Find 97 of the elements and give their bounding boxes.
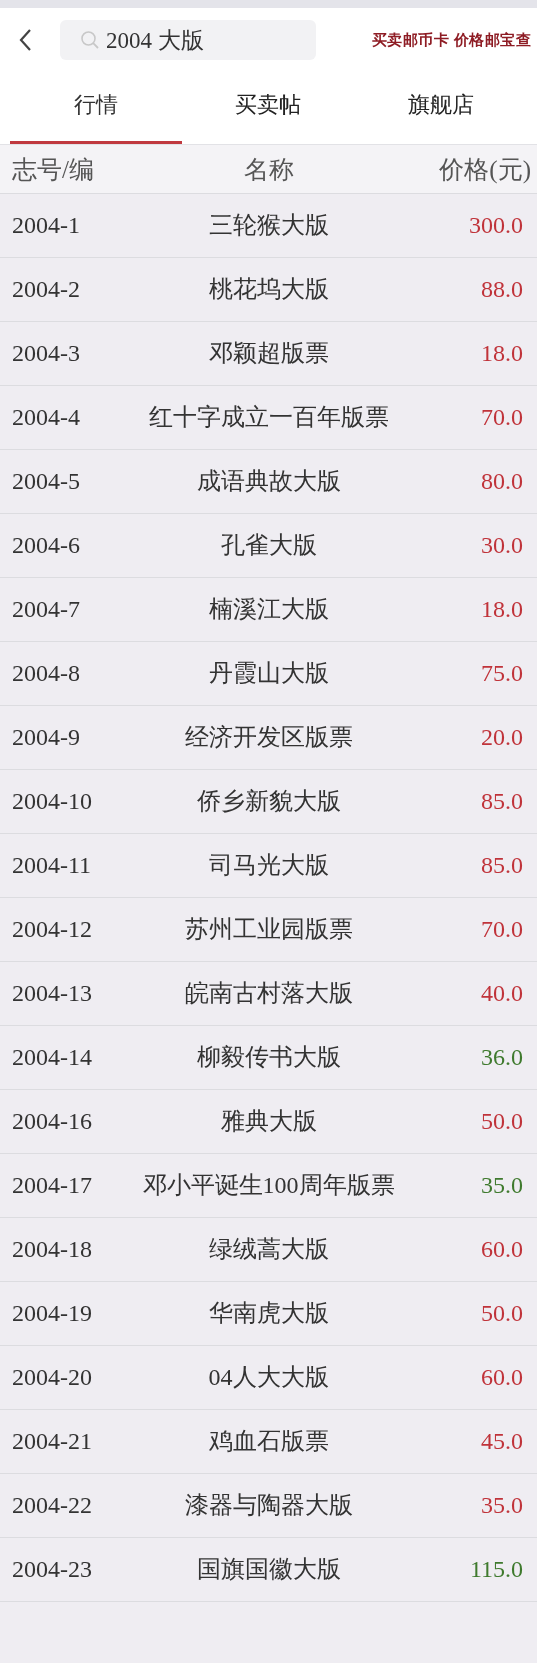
price-cell-text: 75.0: [481, 660, 524, 687]
table-row[interactable]: 2004-19 华南虎大版 50.0: [0, 1282, 537, 1346]
table-cell-text: 成语典故大版: [196, 467, 341, 497]
table-cell-text: 三轮猴大版: [208, 211, 329, 241]
table-cell-text: 柳毅传书大版: [196, 1043, 341, 1073]
table-cell-text: 2004-23: [11, 1556, 92, 1583]
price-cell-text: 88.0: [481, 276, 524, 303]
table-cell-text: 国旗国徽大版: [196, 1555, 341, 1585]
table-row[interactable]: 2004-16 雅典大版 50.0: [0, 1090, 537, 1154]
table-cell-text: 04人大大版: [208, 1363, 329, 1393]
price-cell-text: 40.0: [481, 980, 524, 1007]
price-cell-text: 35.0: [481, 1172, 524, 1199]
table-cell-text: 红十字成立一百年版票: [148, 403, 389, 433]
table-row[interactable]: 2004-8 丹霞山大版 75.0: [0, 642, 537, 706]
table-cell-text: 华南虎大版: [208, 1299, 329, 1329]
table-cell-text: 鸡血石版票: [208, 1427, 329, 1457]
table-cell-text: 侨乡新貌大版: [196, 787, 341, 817]
price-cell-text: 45.0: [481, 1428, 524, 1455]
table-row[interactable]: 2004-22 漆器与陶器大版 35.0: [0, 1474, 537, 1538]
table-cell-text: 经济开发区版票: [184, 723, 353, 753]
price-cell-text: 20.0: [481, 724, 524, 751]
table-row[interactable]: 2004-18 绿绒蒿大版 60.0: [0, 1218, 537, 1282]
table-cell-text: 邓小平诞生100周年版票: [142, 1171, 395, 1201]
search-icon: [80, 30, 100, 50]
table-row[interactable]: 2004-9 经济开发区版票 20.0: [0, 706, 537, 770]
table-cell-text: 2004-7: [11, 596, 80, 623]
tab[interactable]: 旗舰店: [354, 72, 527, 144]
table-cell-text: 楠溪江大版: [208, 595, 329, 625]
price-cell-text: 115.0: [469, 1556, 524, 1583]
table-row[interactable]: 2004-11 司马光大版 85.0: [0, 834, 537, 898]
price-cell-text: 60.0: [481, 1236, 524, 1263]
table-row[interactable]: 2004-20 04人大大版 60.0: [0, 1346, 537, 1410]
table-cell-text: 2004-3: [11, 340, 80, 367]
table-cell-text: 皖南古村落大版: [184, 979, 353, 1009]
column-header: 价格(元): [439, 154, 532, 186]
table-cell-text: 2004-12: [11, 916, 92, 943]
column-header: 志号/编: [11, 154, 94, 185]
table-cell-text: 司马光大版: [208, 851, 329, 881]
brand-slogan: 买卖邮币卡 价格邮宝查: [371, 30, 531, 50]
table-row[interactable]: 2004-7 楠溪江大版 18.0: [0, 578, 537, 642]
table-cell-text: 雅典大版: [220, 1107, 317, 1137]
table-row[interactable]: 2004-23 国旗国徽大版 115.0: [0, 1538, 537, 1602]
table-row[interactable]: 2004-17 邓小平诞生100周年版票 35.0: [0, 1154, 537, 1218]
back-icon: [18, 28, 32, 52]
price-cell-text: 18.0: [481, 596, 524, 623]
price-cell-text: 60.0: [481, 1364, 524, 1391]
price-cell-text: 30.0: [481, 532, 524, 559]
table-cell-text: 2004-19: [11, 1300, 92, 1327]
table-row[interactable]: 2004-1 三轮猴大版 300.0: [0, 194, 537, 258]
table-cell-text: 2004-20: [11, 1364, 92, 1391]
table-row[interactable]: 2004-14 柳毅传书大版 36.0: [0, 1026, 537, 1090]
table-cell-text: 邓颖超版票: [208, 339, 329, 369]
table-row[interactable]: 2004-13 皖南古村落大版 40.0: [0, 962, 537, 1026]
table-cell-text: 2004-5: [11, 468, 80, 495]
price-cell-text: 300.0: [469, 212, 524, 239]
table-row[interactable]: 2004-3 邓颖超版票 18.0: [0, 322, 537, 386]
table-cell-text: 桃花坞大版: [208, 275, 329, 305]
table-cell-text: 2004-17: [11, 1172, 92, 1199]
tab[interactable]: 买卖帖: [182, 72, 355, 144]
table-cell-text: 2004-1: [11, 212, 80, 239]
table-row[interactable]: 2004-21 鸡血石版票 45.0: [0, 1410, 537, 1474]
table-cell-text: 绿绒蒿大版: [208, 1235, 329, 1265]
table-cell-text: 2004-14: [11, 1044, 92, 1071]
table-cell-text: 2004-9: [11, 724, 80, 751]
table-cell-text: 2004-2: [11, 276, 80, 303]
table-cell-text: 2004-10: [11, 788, 92, 815]
table-cell-text: 2004-18: [11, 1236, 92, 1263]
table-cell-text: 2004-16: [11, 1108, 92, 1135]
price-cell-text: 36.0: [481, 1044, 524, 1071]
table-cell-text: 丹霞山大版: [208, 659, 329, 689]
price-cell-text: 85.0: [481, 852, 524, 879]
table-row[interactable]: 2004-12 苏州工业园版票 70.0: [0, 898, 537, 962]
table-cell-text: 2004-8: [11, 660, 80, 687]
table-row[interactable]: 2004-5 成语典故大版 80.0: [0, 450, 537, 514]
table-cell-text: 2004-4: [11, 404, 80, 431]
price-cell-text: 35.0: [481, 1492, 524, 1519]
price-cell-text: 70.0: [481, 404, 524, 431]
price-cell-text: 80.0: [481, 468, 524, 495]
table-cell-text: 孔雀大版: [220, 531, 317, 561]
table-row[interactable]: 2004-10 侨乡新貌大版 85.0: [0, 770, 537, 834]
column-header: 名称: [243, 154, 294, 185]
table-cell-text: 2004-6: [11, 532, 80, 559]
search-field[interactable]: 2004 大版: [60, 20, 316, 60]
price-cell-text: 50.0: [481, 1108, 524, 1135]
price-cell-text: 18.0: [481, 340, 524, 367]
table-cell-text: 苏州工业园版票: [184, 915, 353, 945]
table-cell-text: 漆器与陶器大版: [184, 1491, 353, 1521]
table-cell-text: 2004-11: [11, 852, 92, 879]
table-cell-text: 2004-22: [11, 1492, 92, 1519]
price-cell-text: 50.0: [481, 1300, 524, 1327]
table-cell-text: 2004-21: [11, 1428, 92, 1455]
table-row[interactable]: 2004-4 红十字成立一百年版票 70.0: [0, 386, 537, 450]
price-cell-text: 70.0: [481, 916, 524, 943]
table-cell-text: 2004-13: [11, 980, 92, 1007]
price-cell-text: 85.0: [481, 788, 524, 815]
table-row[interactable]: 2004-2 桃花坞大版 88.0: [0, 258, 537, 322]
table-row[interactable]: 2004-6 孔雀大版 30.0: [0, 514, 537, 578]
